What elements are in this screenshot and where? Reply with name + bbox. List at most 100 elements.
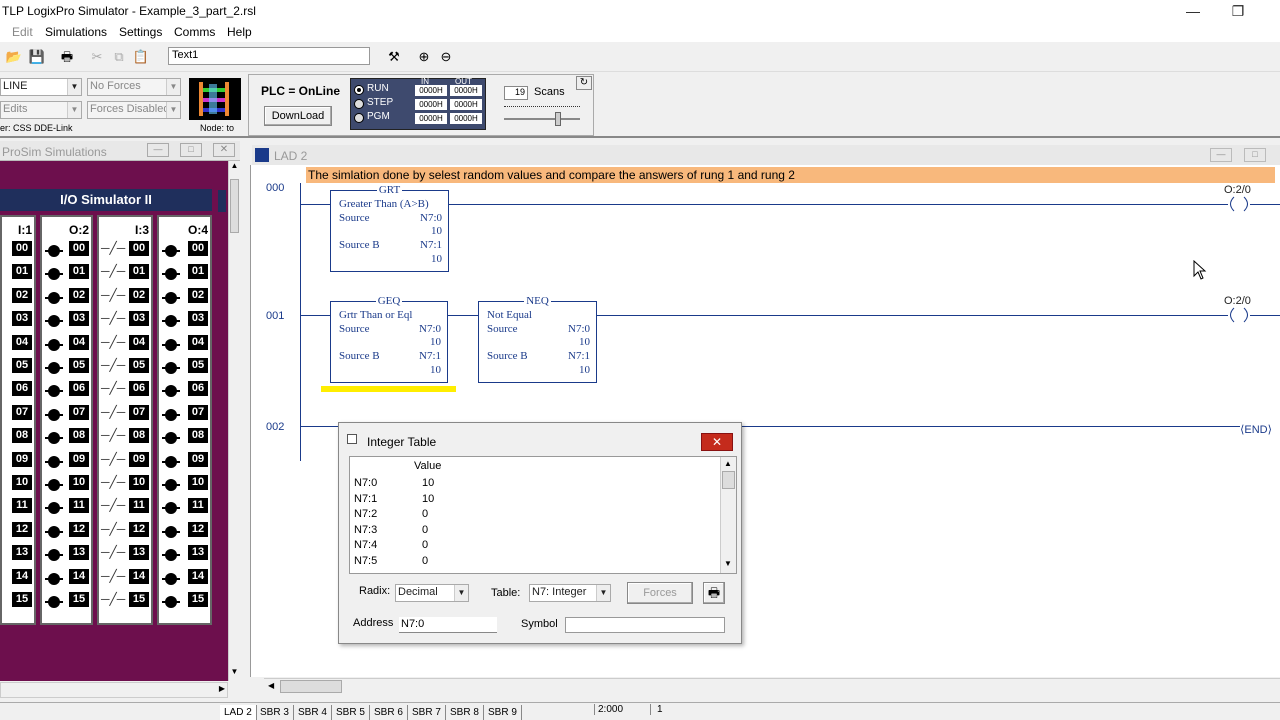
io-bit-label[interactable]: 00	[12, 241, 32, 256]
prosim-minimize[interactable]: —	[147, 143, 169, 157]
scroll-right-icon[interactable]: ▶	[219, 684, 225, 693]
rung-number-2[interactable]: 002	[266, 421, 284, 433]
lad-hscroll[interactable]: ◀	[264, 678, 1280, 694]
io-bit-label[interactable]: 14	[12, 568, 32, 584]
io-bit-label[interactable]: 13	[12, 545, 32, 561]
text-field[interactable]: Text1	[168, 47, 370, 65]
copy-icon[interactable]: ⧉	[108, 46, 130, 68]
io-bit-label[interactable]: 02	[12, 287, 32, 303]
menu-edit[interactable]: Edit	[12, 25, 33, 39]
scroll-down-icon[interactable]: ▼	[229, 667, 240, 681]
toggle-switch-icon[interactable]: ─╱─	[101, 569, 125, 583]
io-bit-label[interactable]: 10	[12, 475, 32, 490]
io-bit-label[interactable]: 08	[12, 428, 32, 444]
edits-combo[interactable]: Edits ▼	[0, 101, 82, 119]
print-icon[interactable]: 🖶	[56, 46, 78, 68]
row-value[interactable]: 0	[422, 539, 428, 551]
table-row[interactable]: N7:5 0	[354, 555, 714, 569]
table-row[interactable]: N7:3 0	[354, 524, 714, 538]
io-bit-label[interactable]: 07	[129, 404, 149, 420]
io-bit-label[interactable]: 06	[129, 381, 149, 397]
restore-button[interactable]: ❐	[1215, 0, 1261, 22]
grid-scroll-thumb[interactable]	[722, 471, 735, 489]
io-bit-label[interactable]: 02	[129, 287, 149, 303]
toggle-switch-icon[interactable]: ─╱─	[101, 288, 125, 302]
close-icon[interactable]: ✕	[701, 433, 733, 451]
program-tab-sbr-6[interactable]: SBR 6	[370, 705, 408, 720]
save-icon[interactable]: 💾	[26, 46, 48, 68]
geq-instruction[interactable]: GEQ Grtr Than or Eql Source N7:0 10 Sour…	[330, 295, 448, 383]
scan-slider-thumb[interactable]	[555, 112, 561, 126]
lad-restore[interactable]: □	[1244, 148, 1266, 162]
scroll-up-icon[interactable]: ▲	[724, 459, 732, 468]
pgm-radio[interactable]	[354, 113, 364, 123]
prosim-vscroll[interactable]: ▲ ▼	[228, 161, 240, 681]
program-tab-sbr-4[interactable]: SBR 4	[294, 705, 332, 720]
io-bit-label[interactable]: 01	[129, 264, 149, 280]
io-bit-label[interactable]: 09	[129, 451, 149, 467]
io-bit-label[interactable]: 07	[12, 404, 32, 420]
row-value[interactable]: 0	[422, 524, 428, 536]
io-bit-label[interactable]: 04	[129, 334, 149, 350]
toggle-switch-icon[interactable]: ─╱─	[101, 405, 125, 419]
program-tab-sbr-8[interactable]: SBR 8	[446, 705, 484, 720]
toggle-switch-icon[interactable]: ─╱─	[101, 545, 125, 559]
toggle-switch-icon[interactable]: ─╱─	[101, 381, 125, 395]
program-tab-sbr-3[interactable]: SBR 3	[256, 705, 294, 720]
io-bit-label[interactable]: 03	[12, 311, 32, 327]
scroll-up-icon[interactable]: ▲	[229, 161, 240, 175]
toggle-switch-icon[interactable]: ─╱─	[101, 311, 125, 325]
io-bit-label[interactable]: 03	[129, 311, 149, 327]
table-row[interactable]: N7:1 10	[354, 493, 714, 507]
io-bit-label[interactable]: 11	[129, 498, 149, 514]
row-value[interactable]: 10	[422, 493, 434, 505]
cut-icon[interactable]: ✂	[86, 46, 108, 68]
output-coil-0[interactable]	[1226, 196, 1252, 212]
menu-comms[interactable]: Comms	[174, 25, 215, 39]
io-bit-label[interactable]: 12	[129, 521, 149, 537]
io-bit-label[interactable]: 00	[129, 241, 149, 256]
toggle-switch-icon[interactable]: ─╱─	[101, 475, 125, 489]
output-coil-1[interactable]	[1226, 307, 1252, 323]
forces-button[interactable]: Forces	[627, 582, 693, 604]
download-button[interactable]: DownLoad	[264, 106, 332, 126]
io-bit-label[interactable]: 05	[129, 358, 149, 373]
toggle-switch-icon[interactable]: ─╱─	[101, 452, 125, 466]
toggle-switch-icon[interactable]: ─╱─	[101, 335, 125, 349]
toggle-switch-icon[interactable]: ─╱─	[101, 358, 125, 372]
toggle-switch-icon[interactable]: ─╱─	[101, 522, 125, 536]
tools-icon[interactable]: ⚒	[383, 46, 405, 68]
io-bit-label[interactable]: 06	[12, 381, 32, 397]
program-tab-sbr-7[interactable]: SBR 7	[408, 705, 446, 720]
toggle-switch-icon[interactable]: ─╱─	[101, 498, 125, 512]
table-row[interactable]: N7:4 0	[354, 539, 714, 553]
table-select[interactable]: N7: Integer ▼	[529, 584, 611, 602]
prosim-restore[interactable]: □	[180, 143, 202, 157]
io-bit-label[interactable]: 01	[12, 264, 32, 280]
prosim-hscroll[interactable]: ▶	[0, 682, 228, 698]
scroll-left-icon[interactable]: ◀	[268, 681, 274, 690]
io-bit-label[interactable]: 09	[12, 451, 32, 467]
scans-value[interactable]: 19	[504, 86, 528, 100]
table-row[interactable]: N7:2 0	[354, 508, 714, 522]
io-bit-label[interactable]: 11	[12, 498, 32, 514]
print-icon[interactable]: 🖶	[703, 582, 725, 604]
io-bit-label[interactable]: 04	[12, 334, 32, 350]
io-bit-label[interactable]: 13	[129, 545, 149, 561]
forces-combo[interactable]: No Forces ▼	[87, 78, 181, 96]
io-bit-label[interactable]: 15	[12, 592, 32, 607]
grt-instruction[interactable]: GRT Greater Than (A>B) Source N7:0 10 So…	[330, 184, 449, 272]
radix-select[interactable]: Decimal ▼	[395, 584, 469, 602]
menu-settings[interactable]: Settings	[119, 25, 162, 39]
open-icon[interactable]: 📂	[3, 46, 25, 68]
toggle-switch-icon[interactable]: ─╱─	[101, 592, 125, 606]
toggle-switch-icon[interactable]: ─╱─	[101, 428, 125, 442]
scroll-down-icon[interactable]: ▼	[724, 559, 732, 568]
step-radio[interactable]	[354, 99, 364, 109]
toggle-switch-icon[interactable]: ─╱─	[101, 264, 125, 278]
close-window-button[interactable]	[1260, 0, 1280, 22]
rung-comment[interactable]: The simlation done by selest random valu…	[306, 167, 1275, 183]
prosim-close[interactable]: ✕	[213, 143, 235, 157]
row-value[interactable]: 0	[422, 555, 428, 567]
forces-enable-combo[interactable]: Forces Disabled ▼	[87, 101, 181, 119]
